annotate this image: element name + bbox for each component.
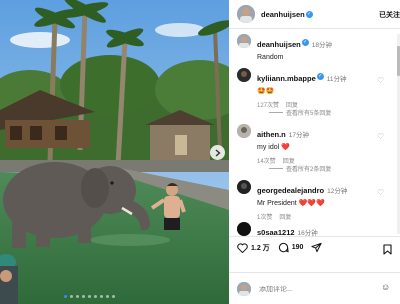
carousel-dot [100, 295, 103, 298]
likes-count[interactable]: 1.2 万 [251, 243, 270, 253]
view-replies-link[interactable]: 查看所有2条回复 [269, 164, 331, 173]
commenter-username[interactable]: kyliiann.mbappe [257, 74, 316, 83]
author-avatar[interactable] [237, 5, 255, 23]
avatar-image [237, 222, 251, 236]
heart-icon[interactable] [237, 242, 248, 253]
avatar-image [237, 124, 251, 138]
carousel-dot [106, 295, 109, 298]
comment-like-heart-icon[interactable]: ♡ [377, 188, 384, 197]
comment-icon[interactable] [278, 242, 289, 253]
avatar-image [237, 180, 251, 194]
commenter-avatar[interactable] [237, 180, 251, 194]
caption-text: Random [257, 54, 284, 61]
post-detail-panel: deanhuijsen ✓ 已关注 deanhuijsen ✓ 18分钟 Rando… [229, 0, 400, 304]
comments-count[interactable]: 190 [292, 244, 304, 251]
avatar-image [237, 34, 251, 48]
comment-item: georgedealejandro 12分钟 Mr President ❤️❤️❤… [237, 180, 395, 221]
photo-scene [0, 0, 229, 304]
follow-state-button[interactable]: 已关注 [379, 10, 400, 20]
verified-badge-icon: ✓ [316, 73, 324, 81]
comment-item: kyliiann.mbappe ✓ 11分钟 🤩🤩 127次赞 回复 ♡ [237, 68, 395, 109]
comment-likes[interactable]: 1次赞 [257, 212, 272, 221]
comment-input[interactable] [259, 285, 369, 293]
comment-input-divider [229, 272, 400, 273]
comment-like-heart-icon[interactable]: ♡ [377, 76, 384, 85]
header-divider [229, 28, 400, 29]
comment-time: 12分钟 [327, 188, 348, 195]
post-caption: deanhuijsen ✓ 18分钟 Random [237, 34, 387, 61]
post-photo [0, 0, 229, 304]
view-replies-text: 查看所有2条回复 [286, 167, 332, 173]
carousel-dot [64, 295, 67, 298]
reply-button[interactable]: 回复 [279, 212, 291, 221]
carousel-dot [76, 295, 79, 298]
carousel-dot [112, 295, 115, 298]
actions-divider [229, 236, 400, 237]
current-user-avatar [237, 282, 251, 296]
author-username[interactable]: deanhuijsen [261, 10, 305, 19]
caption-username[interactable]: deanhuijsen [257, 40, 301, 49]
replies-line [269, 168, 283, 169]
action-bar: 1.2 万 190 [237, 242, 395, 255]
comment-item: s0saa1212 16分钟 [237, 222, 395, 240]
replies-line [269, 112, 283, 113]
comment-like-heart-icon[interactable]: ♡ [377, 132, 384, 141]
view-replies-link[interactable]: 查看所有5条回复 [269, 108, 331, 117]
commenter-avatar[interactable] [237, 68, 251, 82]
commenter-username[interactable]: georgedealejandro [257, 186, 324, 195]
commenter-avatar[interactable] [237, 124, 251, 138]
commenter-avatar[interactable] [237, 222, 251, 236]
verified-badge-icon: ✓ [305, 10, 313, 18]
bookmark-icon[interactable] [383, 244, 392, 255]
carousel-dot [70, 295, 73, 298]
carousel-next-button[interactable] [210, 145, 225, 160]
carousel-indicator [64, 295, 115, 298]
comment-time: 11分钟 [326, 76, 347, 83]
add-comment-bar: ☺ [237, 282, 395, 296]
carousel-dot [82, 295, 85, 298]
avatar-image [237, 5, 255, 23]
avatar-image [237, 282, 251, 296]
view-replies-text: 查看所有5条回复 [286, 111, 332, 117]
carousel-dot [94, 295, 97, 298]
carousel-dot [88, 295, 91, 298]
chevron-right-icon [215, 148, 221, 157]
share-icon[interactable] [311, 242, 322, 253]
verified-badge-icon: ✓ [301, 39, 309, 47]
commenter-username[interactable]: aithen.n [257, 130, 286, 139]
emoji-icon[interactable]: ☺ [381, 282, 390, 292]
post-header: deanhuijsen ✓ [229, 0, 400, 28]
comment-text: Mr President ❤️❤️❤️ [257, 200, 325, 207]
comment-item: aithen.n 17分钟 my idol ❤️ 14次赞 回复 ♡ [237, 124, 395, 165]
caption-time: 18分钟 [311, 42, 332, 49]
caption-avatar[interactable] [237, 34, 251, 48]
avatar-image [237, 68, 251, 82]
comment-text: 🤩🤩 [257, 88, 275, 95]
comment-time: 17分钟 [288, 132, 309, 139]
comment-text: my idol ❤️ [257, 144, 290, 151]
